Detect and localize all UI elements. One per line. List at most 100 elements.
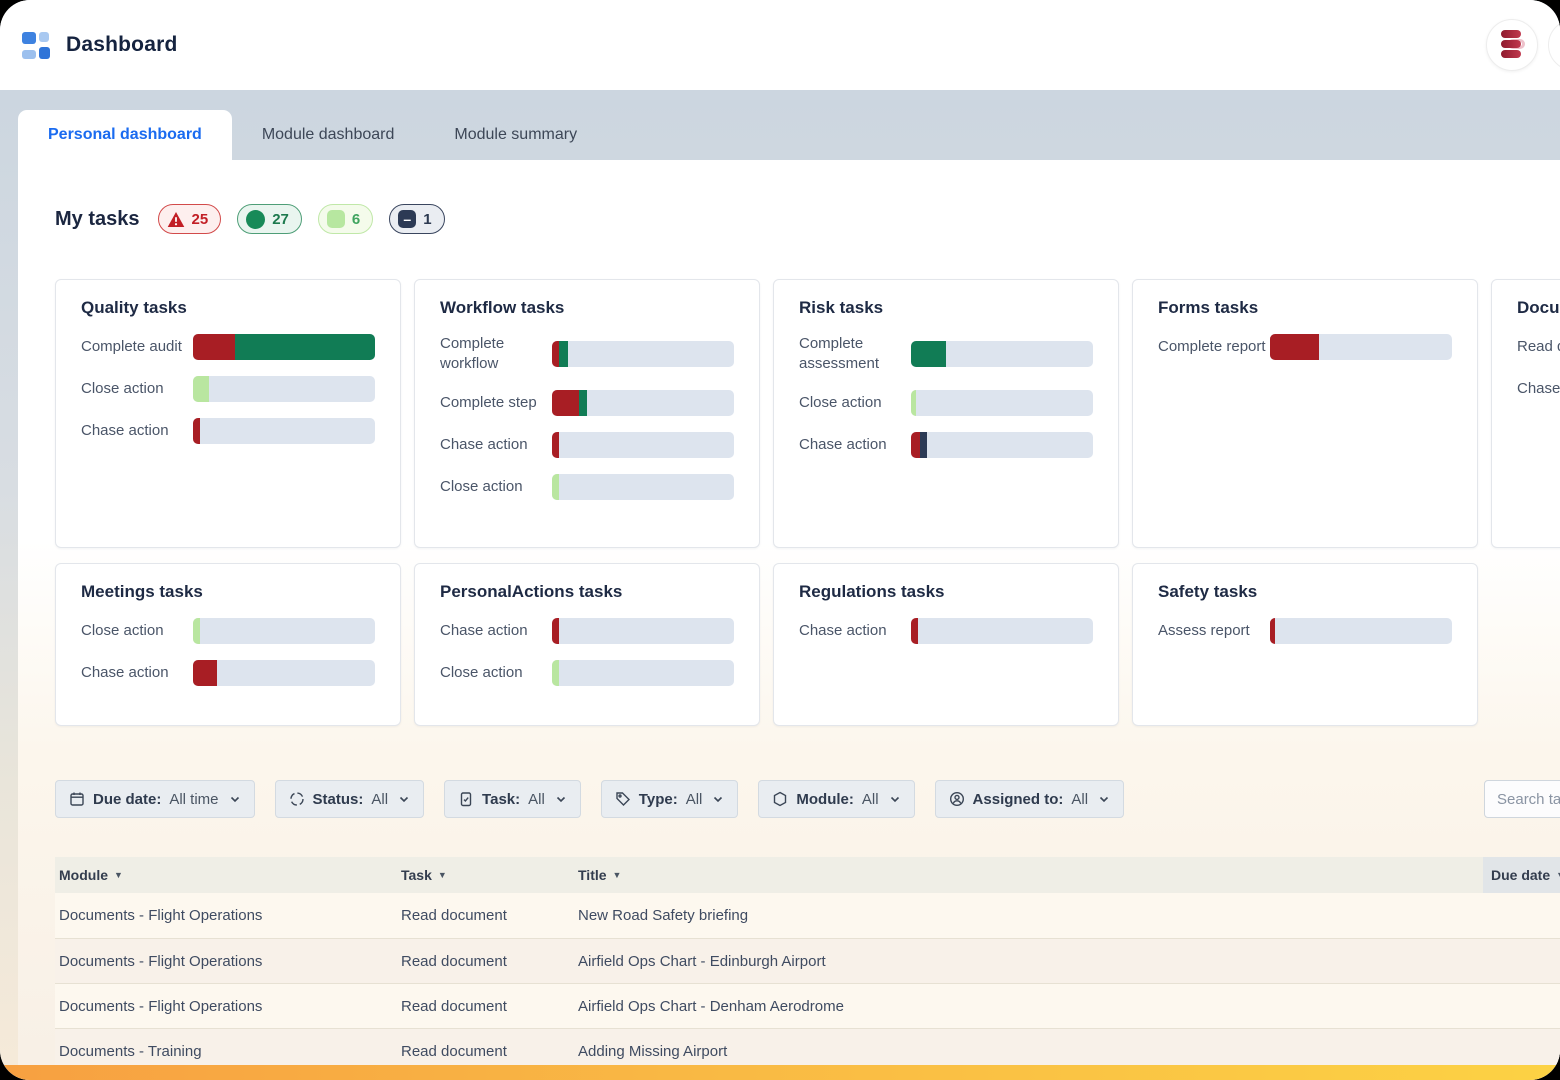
task-label: Complete report <box>1158 337 1270 357</box>
task-card: Quality tasksComplete auditClose actionC… <box>55 279 401 548</box>
task-label: Chase action <box>1517 379 1560 399</box>
search-input[interactable] <box>1484 780 1560 818</box>
filter-value: All <box>1071 791 1088 808</box>
module-icon <box>772 791 788 807</box>
filter-bar: Due date: All time Status:All Task:All <box>18 780 1560 818</box>
progress-segment-green <box>235 334 375 360</box>
tasks-table: Module▼ Task▼ Title▼ Due date▼ Documents… <box>55 857 1560 1065</box>
task-cards-row-1: Quality tasks Complete audit Close action C… <box>55 279 1560 548</box>
task-progress-bar <box>552 341 734 367</box>
cell-title: Adding Missing Airport <box>574 1043 1483 1060</box>
cell-module: Documents - Training <box>55 1043 397 1060</box>
chevron-down-icon <box>712 793 724 805</box>
task-label: Complete audit <box>81 337 193 357</box>
sort-arrow-icon: ▼ <box>438 870 447 880</box>
table-row[interactable]: Documents - Flight OperationsRead docume… <box>55 938 1560 983</box>
progress-segment-light_green <box>911 390 916 416</box>
my-tasks-header: My tasks 25 27 6 <box>55 203 1560 235</box>
chevron-down-icon <box>398 793 410 805</box>
task-icon <box>458 791 474 807</box>
task-label: Chase action <box>440 435 552 455</box>
task-progress-bar <box>1270 618 1452 644</box>
tab-module-dashboard[interactable]: Module dashboard <box>232 110 425 160</box>
cell-module: Documents - Flight Operations <box>55 953 397 970</box>
org-logo-icon <box>1499 30 1525 60</box>
badge-on-hold[interactable]: – 1 <box>389 204 444 234</box>
task-label: Chase action <box>81 663 193 683</box>
progress-segment-red <box>552 341 559 367</box>
card-title: Documents tasks <box>1517 298 1560 318</box>
task-card: Forms tasksComplete report <box>1132 279 1478 548</box>
table-row[interactable]: Documents - TrainingRead documentAdding … <box>55 1028 1560 1065</box>
task-card: Safety tasksAssess report <box>1132 563 1478 726</box>
task-progress-bar <box>911 432 1093 458</box>
task-progress-bar <box>193 334 375 360</box>
column-header-due-date[interactable]: Due date▼ <box>1483 857 1560 893</box>
task-card: Workflow tasks Complete workflow Complete … <box>414 279 760 548</box>
card-task-row: Chase action <box>440 618 734 644</box>
filter-due-date[interactable]: Due date: All time <box>55 780 255 818</box>
table-row[interactable]: Documents - Flight OperationsRead docume… <box>55 983 1560 1028</box>
dashboard-tabs: Personal dashboard Module dashboard Modu… <box>18 110 1560 160</box>
task-progress-bar <box>552 390 734 416</box>
green-circle-icon <box>246 210 265 229</box>
card-task-row: Close action <box>81 618 375 644</box>
cell-title: New Road Safety briefing <box>574 907 1483 924</box>
task-label: Read document <box>1517 337 1560 357</box>
task-label: Close action <box>799 393 911 413</box>
calendar-icon <box>69 791 85 807</box>
badge-completed[interactable]: 27 <box>237 204 302 234</box>
sort-arrow-icon: ▼ <box>1556 870 1560 880</box>
task-card: PersonalActions tasks Chase action Close a… <box>414 563 760 726</box>
personal-dashboard-panel: My tasks 25 27 6 <box>18 160 1560 1065</box>
user-avatar[interactable] <box>1548 19 1560 71</box>
badge-count: 1 <box>423 211 431 228</box>
card-task-row: Chase action <box>81 660 375 686</box>
card-task-row: Complete audit <box>81 334 375 360</box>
filter-label: Due date: <box>93 791 161 808</box>
filter-value: All <box>528 791 545 808</box>
filter-type[interactable]: Type:All <box>601 780 739 818</box>
card-title: Workflow tasks <box>440 298 734 318</box>
column-header-title[interactable]: Title▼ <box>574 857 1483 893</box>
cell-title: Airfield Ops Chart - Edinburgh Airport <box>574 953 1483 970</box>
tab-module-summary[interactable]: Module summary <box>424 110 607 160</box>
task-card: Regulations tasksChase action <box>773 563 1119 726</box>
table-row[interactable]: Documents - Flight OperationsRead docume… <box>55 893 1560 938</box>
card-task-row: Assess report <box>1158 618 1452 644</box>
progress-segment-green <box>559 341 568 367</box>
task-label: Close action <box>440 663 552 683</box>
task-progress-bar <box>552 660 734 686</box>
status-icon <box>289 791 305 807</box>
task-label: Chase action <box>440 621 552 641</box>
warning-triangle-icon <box>167 211 185 228</box>
badge-overdue[interactable]: 25 <box>158 204 222 234</box>
filter-value: All time <box>169 791 218 808</box>
filter-assigned-to[interactable]: Assigned to:All <box>935 780 1125 818</box>
card-task-row: Complete step <box>440 390 734 416</box>
filter-task[interactable]: Task:All <box>444 780 581 818</box>
progress-segment-green <box>911 341 946 367</box>
org-logo-button[interactable] <box>1486 19 1538 71</box>
card-title: Quality tasks <box>81 298 375 318</box>
tab-personal-dashboard[interactable]: Personal dashboard <box>18 110 232 160</box>
task-progress-bar <box>552 474 734 500</box>
progress-segment-red <box>193 418 200 444</box>
badge-upcoming[interactable]: 6 <box>318 204 373 234</box>
filter-module[interactable]: Module:All <box>758 780 914 818</box>
app-window: Dashboard Personal dashboard Module dash… <box>0 0 1560 1080</box>
card-title: PersonalActions tasks <box>440 582 734 602</box>
column-header-module[interactable]: Module▼ <box>55 857 397 893</box>
task-progress-bar <box>1270 334 1452 360</box>
cell-task: Read document <box>397 953 574 970</box>
badge-count: 27 <box>272 211 289 228</box>
cell-task: Read document <box>397 907 574 924</box>
light-green-square-icon <box>327 210 345 228</box>
filter-status[interactable]: Status:All <box>275 780 425 818</box>
task-label: Complete workflow <box>440 334 552 374</box>
progress-segment-light_green <box>193 618 200 644</box>
task-card: Documents tasks Read document Chase action <box>1491 279 1560 548</box>
filter-label: Type: <box>639 791 678 808</box>
page-title: Dashboard <box>66 33 178 57</box>
column-header-task[interactable]: Task▼ <box>397 857 574 893</box>
